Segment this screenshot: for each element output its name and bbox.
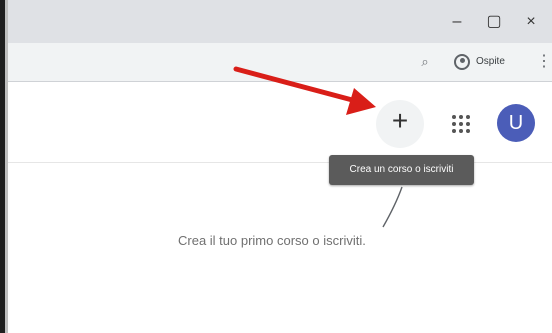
zoom-icon[interactable]: ⌕ — [416, 53, 434, 71]
close-button[interactable]: × — [518, 10, 544, 34]
guest-label: Ospite — [476, 56, 505, 67]
add-course-button[interactable]: + — [376, 100, 424, 148]
empty-state-message: Crea il tuo primo corso o iscriviti. — [178, 233, 366, 248]
tooltip-pointer-line — [382, 186, 403, 228]
apps-dot — [466, 122, 470, 126]
red-arrow-icon — [233, 66, 376, 115]
apps-dot — [452, 129, 456, 133]
apps-dot — [452, 115, 456, 119]
apps-dot — [459, 115, 463, 119]
add-course-tooltip: Crea un corso o iscriviti — [329, 155, 474, 185]
guest-avatar-icon — [454, 54, 470, 70]
restore-button[interactable]: ▢ — [481, 10, 507, 34]
title-bar — [8, 0, 552, 43]
apps-dot — [459, 129, 463, 133]
apps-dot — [452, 122, 456, 126]
browser-menu-icon[interactable]: ⋮ — [536, 51, 552, 73]
apps-dot — [459, 122, 463, 126]
apps-dot — [466, 129, 470, 133]
plus-icon: + — [391, 105, 409, 136]
apps-dot — [466, 115, 470, 119]
user-avatar[interactable]: U — [497, 104, 535, 142]
minimize-button[interactable]: – — [444, 10, 470, 34]
guest-profile-button[interactable]: Ospite — [450, 49, 526, 75]
apps-grid-icon[interactable] — [447, 110, 475, 138]
browser-window: – ▢ × ⌕ Ospite ⋮ + U Crea un corso o isc… — [0, 0, 552, 333]
